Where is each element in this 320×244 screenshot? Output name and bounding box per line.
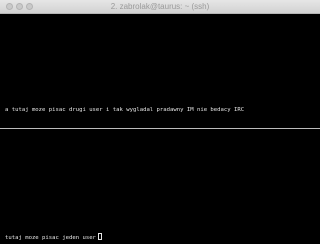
- input-line[interactable]: tutaj moze pisac jeden user: [5, 233, 102, 242]
- lower-pane[interactable]: tutaj moze pisac jeden user: [0, 129, 320, 244]
- input-text: tutaj moze pisac jeden user: [5, 235, 96, 241]
- title-bar[interactable]: 2. zabrolak@taurus: ~ (ssh): [0, 0, 320, 14]
- terminal-window: 2. zabrolak@taurus: ~ (ssh) a tutaj moze…: [0, 0, 320, 244]
- text-cursor: [97, 233, 102, 240]
- window-title: 2. zabrolak@taurus: ~ (ssh): [110, 2, 210, 11]
- upper-pane[interactable]: a tutaj moze pisac drugi user i tak wygl…: [0, 14, 320, 128]
- upper-pane-text: a tutaj moze pisac drugi user i tak wygl…: [5, 107, 245, 113]
